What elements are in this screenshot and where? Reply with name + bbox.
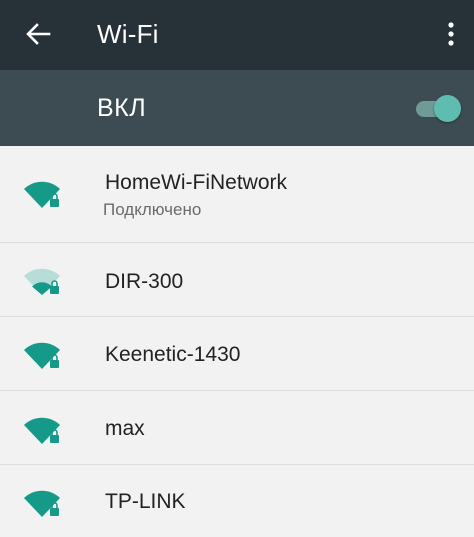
page-title: Wi-Fi: [97, 19, 159, 49]
more-vert-icon: [448, 22, 454, 46]
network-item-keenetic-1430[interactable]: Keenetic-1430: [0, 317, 474, 391]
toggle-thumb: [434, 95, 461, 122]
network-item-dir-300[interactable]: DIR-300: [0, 243, 474, 317]
network-status: Подключено: [103, 200, 202, 219]
network-item-tp-link[interactable]: TP-LINK: [0, 465, 474, 537]
network-name: HomeWi-FiNetwork: [105, 171, 288, 194]
network-list: HomeWi-FiNetwork Подключено DIR-300 Keen…: [0, 146, 474, 537]
wifi-lock-icon: [24, 490, 60, 517]
network-item-max[interactable]: max: [0, 391, 474, 465]
arrow-back-icon: [26, 23, 51, 45]
wifi-switch-bar[interactable]: ВКЛ: [0, 70, 474, 146]
wifi-lock-icon: [24, 417, 60, 444]
wifi-switch-label: ВКЛ: [97, 94, 147, 122]
network-name: max: [105, 417, 145, 440]
wifi-lock-icon: [24, 181, 60, 208]
wifi-toggle[interactable]: [416, 94, 462, 124]
network-name: Keenetic-1430: [105, 343, 241, 366]
back-button[interactable]: [16, 14, 60, 54]
wifi-weak-lock-icon: [24, 268, 60, 295]
wifi-lock-icon: [24, 342, 60, 369]
network-name: TP-LINK: [105, 490, 186, 513]
overflow-menu-button[interactable]: [436, 14, 466, 54]
network-item-homewifinetwork[interactable]: HomeWi-FiNetwork Подключено: [0, 146, 474, 243]
network-name: DIR-300: [105, 270, 184, 293]
app-bar: Wi-Fi: [0, 0, 474, 70]
